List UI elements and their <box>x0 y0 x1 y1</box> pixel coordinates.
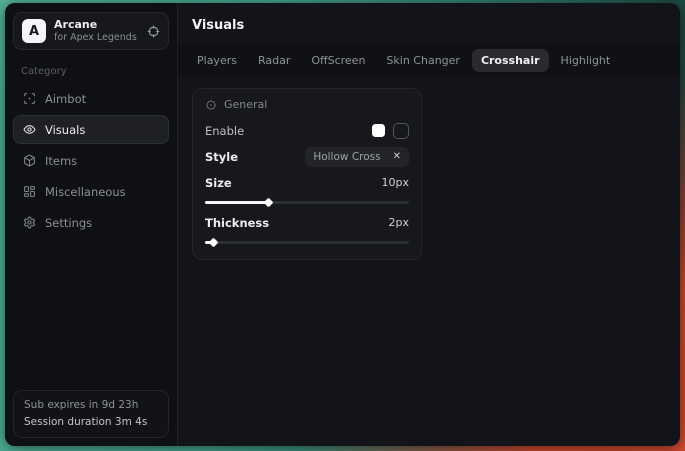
tab-highlight[interactable]: Highlight <box>552 49 620 72</box>
layout-grid-icon <box>23 185 36 198</box>
app-name: Arcane <box>54 18 139 32</box>
style-select[interactable]: Hollow Cross ✕ <box>305 147 409 167</box>
tab-players[interactable]: Players <box>188 49 246 72</box>
category-label: Category <box>21 66 161 77</box>
enable-label: Enable <box>205 124 244 138</box>
slider-fill <box>205 201 268 204</box>
thickness-label: Thickness <box>205 216 269 230</box>
sidebar-item-label: Miscellaneous <box>45 185 126 199</box>
color-swatch[interactable] <box>372 124 385 137</box>
sidebar-nav: Aimbot Visuals Items Miscellaneous <box>5 84 177 237</box>
sidebar-item-label: Items <box>45 154 77 168</box>
tab-offscreen[interactable]: OffScreen <box>302 49 374 72</box>
sidebar-item-label: Visuals <box>45 123 85 137</box>
eye-icon <box>23 123 36 136</box>
sidebar-item-miscellaneous[interactable]: Miscellaneous <box>13 177 169 206</box>
tab-content: General Enable Style Hollow Cross ✕ <box>178 78 680 270</box>
enable-checkbox[interactable] <box>393 123 409 139</box>
panel-title: General <box>224 98 267 111</box>
gear-icon <box>23 216 36 229</box>
style-selected-value: Hollow Cross <box>313 151 380 163</box>
page-title: Visuals <box>192 18 680 33</box>
target-icon[interactable] <box>147 25 160 38</box>
slider-thumb[interactable] <box>264 197 274 207</box>
size-row: Size 10px <box>205 172 409 193</box>
thickness-row: Thickness 2px <box>205 212 409 233</box>
thickness-value: 2px <box>389 216 410 229</box>
general-panel: General Enable Style Hollow Cross ✕ <box>192 88 422 260</box>
sidebar-item-aimbot[interactable]: Aimbot <box>13 84 169 113</box>
sidebar-item-visuals[interactable]: Visuals <box>13 115 169 144</box>
slider-thumb[interactable] <box>209 237 219 247</box>
sidebar-item-label: Settings <box>45 216 92 230</box>
main-area: Visuals Players Radar OffScreen Skin Cha… <box>178 3 680 446</box>
brand-text: Arcane for Apex Legends <box>54 18 139 44</box>
session-duration-text: Session duration 3m 4s <box>24 414 158 430</box>
tab-crosshair[interactable]: Crosshair <box>472 49 549 72</box>
app-subtitle: for Apex Legends <box>54 32 139 44</box>
app-logo-letter: A <box>29 24 39 39</box>
size-value: 10px <box>382 176 410 189</box>
app-window: A Arcane for Apex Legends Category Aimbo… <box>5 3 680 446</box>
sidebar-item-items[interactable]: Items <box>13 146 169 175</box>
enable-row: Enable <box>205 120 409 141</box>
cube-icon <box>23 154 36 167</box>
size-label: Size <box>205 176 232 190</box>
sidebar-item-label: Aimbot <box>45 92 86 106</box>
slider-fill <box>205 241 213 244</box>
sub-expires-text: Sub expires in 9d 23h <box>24 397 158 413</box>
sidebar: A Arcane for Apex Legends Category Aimbo… <box>5 3 178 446</box>
panel-header: General <box>205 98 409 111</box>
close-icon[interactable]: ✕ <box>393 152 401 162</box>
slider-track <box>205 241 409 244</box>
app-logo: A <box>22 19 46 43</box>
enable-controls <box>372 123 409 139</box>
tab-bar: Players Radar OffScreen Skin Changer Cro… <box>178 43 680 78</box>
style-label: Style <box>205 150 238 164</box>
size-slider[interactable] <box>205 197 409 207</box>
brand-card: A Arcane for Apex Legends <box>13 12 169 50</box>
thickness-slider[interactable] <box>205 237 409 247</box>
tab-radar[interactable]: Radar <box>249 49 299 72</box>
sidebar-item-settings[interactable]: Settings <box>13 208 169 237</box>
style-row: Style Hollow Cross ✕ <box>205 146 409 167</box>
subscription-info-card: Sub expires in 9d 23h Session duration 3… <box>13 390 169 438</box>
tab-skin-changer[interactable]: Skin Changer <box>377 49 469 72</box>
scope-icon <box>205 99 217 111</box>
crosshair-icon <box>23 92 36 105</box>
